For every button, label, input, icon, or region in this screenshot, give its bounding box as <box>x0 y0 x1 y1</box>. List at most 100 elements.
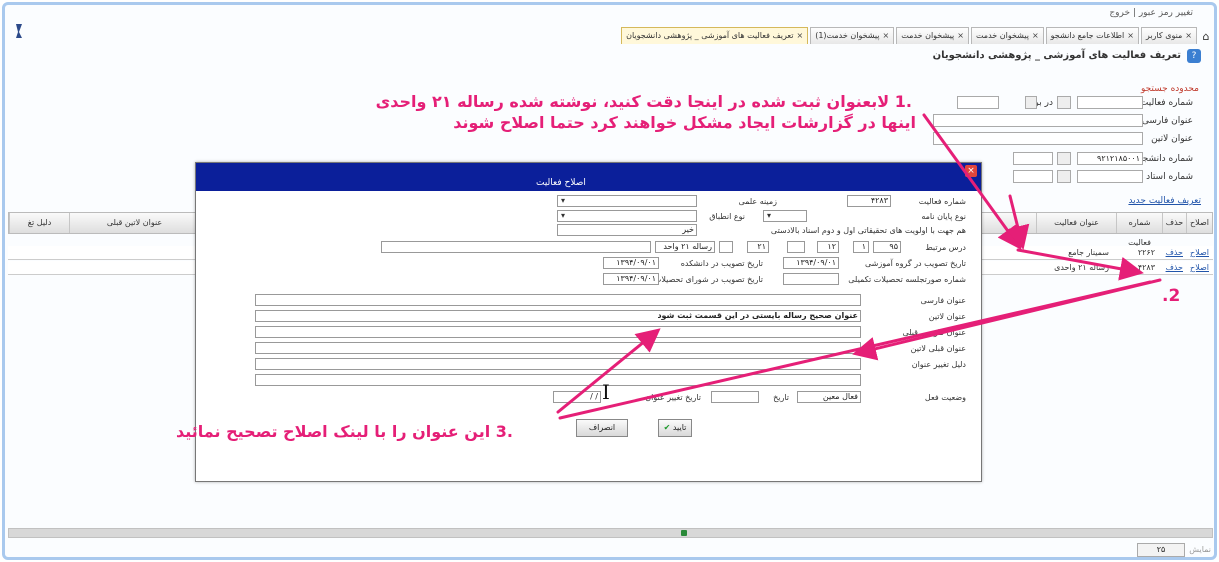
edit-link[interactable]: اصلاح <box>1190 261 1209 274</box>
ok-button[interactable]: ✔ تایید <box>658 419 692 437</box>
chevron-down-icon: ▾ <box>561 211 566 220</box>
close-icon[interactable]: × <box>1185 31 1192 40</box>
field-label: زمینه علمی <box>738 197 777 206</box>
prev-persian-title-label: عنوان فارسی قبلی <box>902 328 966 337</box>
faculty-date-label: تاریخ تصویب در دانشکده <box>680 259 763 268</box>
pager-label: نمایش <box>1189 545 1211 554</box>
close-icon[interactable]: × <box>883 31 890 40</box>
course-unit-field[interactable]: ۱۲ <box>817 241 839 253</box>
close-icon[interactable]: × <box>796 31 803 40</box>
lookup-button-2[interactable] <box>1025 96 1037 109</box>
edit-link[interactable]: اصلاح <box>1190 246 1209 259</box>
professor-lookup-button[interactable] <box>1057 170 1071 183</box>
faculty-date-field[interactable]: ۱۳۹۴/۰۹/۰۱ <box>603 257 659 269</box>
professor-no-input[interactable] <box>1077 170 1143 183</box>
status-label: وضعیت فعل <box>924 393 966 402</box>
apply-type-select[interactable]: ▾ <box>557 210 697 222</box>
latin-title-input[interactable] <box>933 132 1143 145</box>
delete-link[interactable]: حذف <box>1166 246 1183 259</box>
tab-activity-definition[interactable]: ×تعریف فعالیت های آموزشی _ پژوهشی دانشجو… <box>621 27 809 44</box>
tab-service-desk[interactable]: ×پیشخوان خدمت <box>970 27 1044 44</box>
close-icon[interactable]: × <box>1032 31 1039 40</box>
persian-title-field[interactable]: عنوان صحیح رساله بایستی در این قسمت ثبت … <box>255 310 861 322</box>
activity-no-field[interactable]: ۴۲۸۳ <box>847 195 891 207</box>
new-activity-link[interactable]: تعریف فعالیت جدید <box>1128 196 1201 206</box>
status-select[interactable]: فعال معین <box>797 391 861 403</box>
alignment-select[interactable]: خیر <box>557 224 697 236</box>
date-label: تاریخ <box>773 393 789 402</box>
chevron-down-icon: ▾ <box>561 196 566 205</box>
change-reason-field[interactable] <box>255 374 861 386</box>
close-icon[interactable]: × <box>957 31 964 40</box>
professor-name-input[interactable] <box>1013 170 1053 183</box>
page-size-select[interactable]: ۲۵ <box>1137 543 1185 557</box>
thesis-type-select[interactable]: ▾ <box>763 210 807 222</box>
top-links[interactable]: تغییر رمز عبور | خروج <box>1109 8 1193 18</box>
group-date-field[interactable]: ۱۳۹۴/۰۹/۰۱ <box>783 257 839 269</box>
latin-title-field[interactable] <box>255 326 861 338</box>
title-change-date-field[interactable]: / / <box>553 391 601 403</box>
course-label: درس مرتبط <box>925 243 966 252</box>
student-no-input[interactable]: ۹۲۱۲۱۸۵۰۰۱ <box>1077 152 1143 165</box>
row-number: ۴۲۸۳ <box>1137 263 1155 272</box>
close-icon[interactable]: × <box>1127 31 1134 40</box>
text-cursor-icon: I <box>602 380 610 404</box>
field-select[interactable]: ▾ <box>557 195 697 207</box>
council-no-field[interactable] <box>783 273 839 285</box>
council-no-label: شماره صورتجلسه تحصیلات تکمیلی <box>848 275 966 284</box>
help-icon[interactable]: ? <box>1187 49 1201 63</box>
col-edit[interactable]: اصلاح <box>1186 213 1212 233</box>
title-change-date-label: تاریخ تغییر عنوان <box>645 393 701 402</box>
col-reason[interactable]: دلیل تغ <box>9 213 69 233</box>
student-lookup-button[interactable] <box>1057 152 1071 165</box>
course-no-field[interactable] <box>787 241 805 253</box>
dialog-titlebar[interactable]: اصلاح فعالیت × <box>196 163 981 191</box>
apply-type-label: نوع انطباق <box>709 212 745 221</box>
tab-bar: ⌂ ×منوی کاربر ×اطلاعات جامع دانشجو ×پیشخ… <box>590 24 1213 44</box>
row-title: سمینار جامع <box>1068 248 1109 257</box>
row-title: رساله ۲۱ واحدی <box>1054 263 1109 272</box>
course-code-field[interactable]: ۲۱ <box>747 241 769 253</box>
latin-title-label: عنوان لاتین <box>1151 134 1193 144</box>
course-select[interactable]: ۹۵ <box>873 241 901 253</box>
tab-service-desk-2[interactable]: ×پیشخوان خدمت <box>896 27 969 44</box>
col-prev-latin[interactable]: عنوان لاتین قبلی <box>69 213 199 233</box>
home-icon[interactable]: ⌂ <box>1199 30 1213 44</box>
persian-title-input[interactable] <box>933 114 1143 127</box>
delete-link[interactable]: حذف <box>1166 261 1183 274</box>
tab-service-desk-3[interactable]: ×پیشخوان خدمت(1) <box>810 27 895 44</box>
col-number[interactable]: شماره فعالیت <box>1116 213 1162 247</box>
course-extra-field[interactable] <box>381 241 651 253</box>
chevron-down-icon: ▾ <box>767 211 772 220</box>
tab-student-info[interactable]: ×اطلاعات جامع دانشجو <box>1045 27 1139 44</box>
professor-no-label: شماره استاد <box>1146 172 1193 182</box>
thesis-type-label: نوع پایان نامه <box>921 212 966 221</box>
prev-latin-title-field[interactable] <box>255 358 861 370</box>
persian-title-label: عنوان فارسی <box>920 296 966 305</box>
date-field[interactable] <box>711 391 759 403</box>
persian-title-label: عنوان فارسی <box>1141 116 1193 126</box>
student-name-input[interactable] <box>1013 152 1053 165</box>
prev-persian-title-field[interactable] <box>255 342 861 354</box>
student-no-label: شماره دانشجو <box>1138 154 1193 164</box>
council-date-field[interactable]: ۱۳۹۴/۰۹/۰۱ <box>603 273 659 285</box>
course-name-field[interactable]: رساله ۲۱ واحد <box>655 241 715 253</box>
in-list-input[interactable] <box>957 96 999 109</box>
course-group-field[interactable]: ۱ <box>853 241 869 253</box>
scroll-thumb[interactable] <box>681 530 687 536</box>
annotation-note-1-line-2: اینها در گزارشات ایجاد مشکل خواهند کرد ح… <box>453 113 916 132</box>
tab-user-menu[interactable]: ×منوی کاربر <box>1140 27 1197 44</box>
latin-title-field-top[interactable] <box>255 294 861 306</box>
latin-title-label: عنوان لاتین <box>928 312 966 321</box>
row-number: ۲۲۶۲ <box>1137 248 1155 257</box>
group-date-label: تاریخ تصویب در گروه آموزشی <box>864 259 966 268</box>
col-title[interactable]: عنوان فعالیت <box>1036 213 1116 233</box>
prev-latin-title-label: عنوان قبلی لاتین <box>910 344 966 353</box>
activity-no-input[interactable] <box>1077 96 1143 109</box>
col-delete[interactable]: حذف <box>1162 213 1186 233</box>
course-flag-field[interactable] <box>719 241 733 253</box>
horizontal-scrollbar[interactable] <box>8 528 1213 538</box>
lookup-button[interactable] <box>1057 96 1071 109</box>
cancel-button[interactable]: انصراف <box>576 419 628 437</box>
close-icon[interactable]: × <box>965 165 977 177</box>
